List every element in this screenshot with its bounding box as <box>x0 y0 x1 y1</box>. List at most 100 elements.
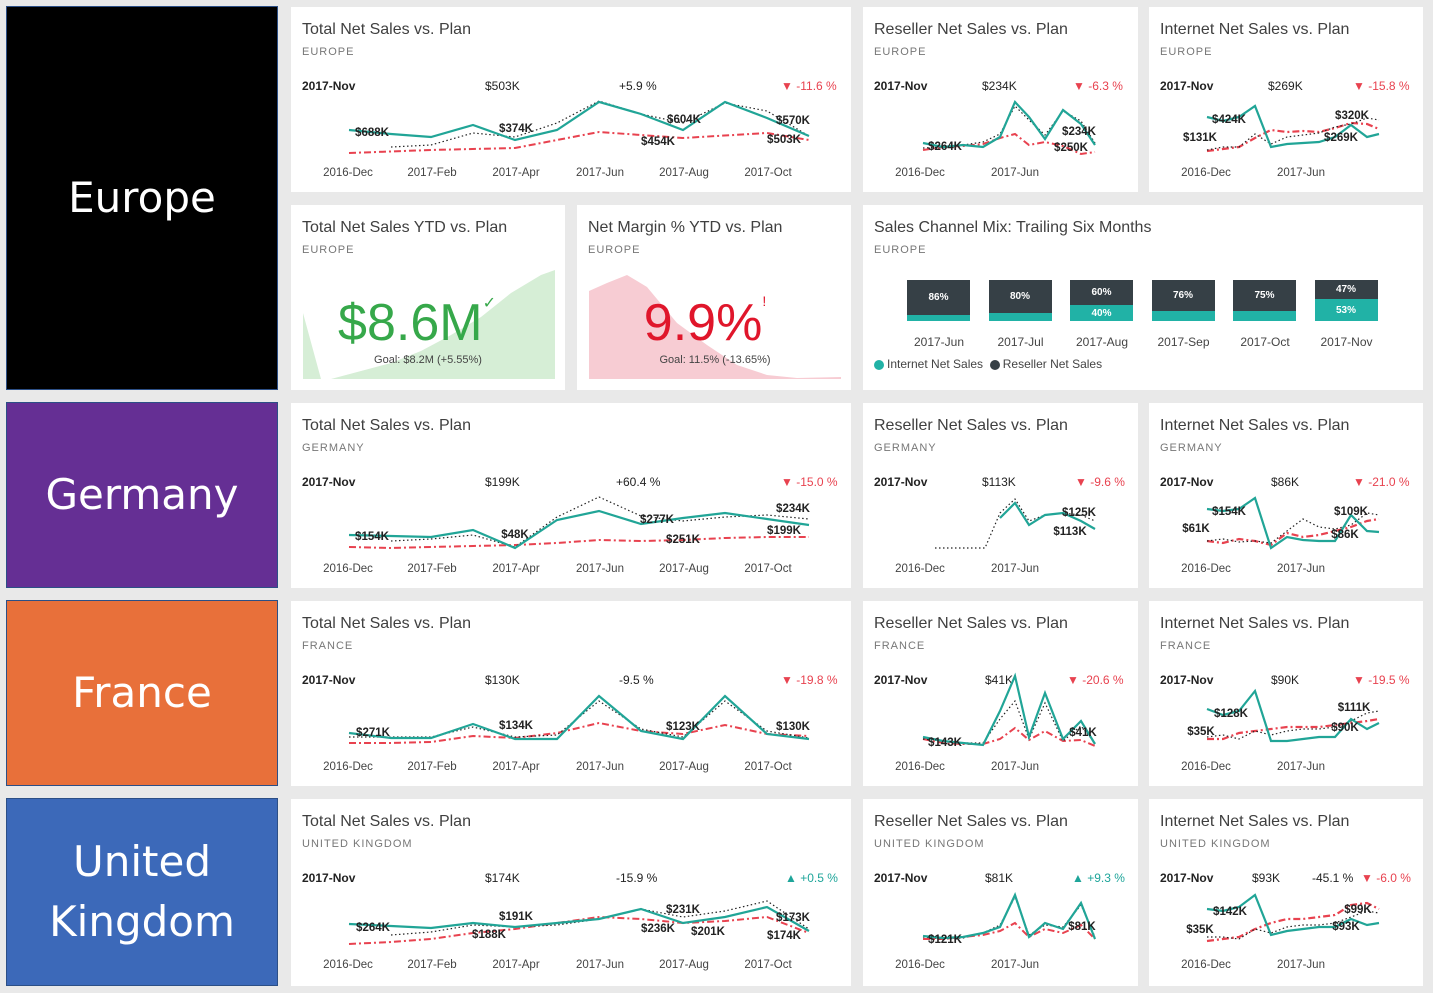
point-label: $86K <box>1331 529 1359 541</box>
germany-internet-card[interactable]: Internet Net Sales vs. Plan GERMANY 2017… <box>1149 403 1423 588</box>
axis-label: 2017-Jun <box>1277 761 1325 773</box>
axis-label: 2016-Dec <box>895 563 945 575</box>
alert-icon: ! <box>762 293 767 309</box>
point-label: $41K <box>1069 727 1097 739</box>
point-label: $35K <box>1187 726 1215 738</box>
france-internet-card[interactable]: Internet Net Sales vs. Plan FRANCE 2017-… <box>1149 601 1423 786</box>
axis-label: 2017-Apr <box>492 563 540 575</box>
point-label: $264K <box>928 141 962 153</box>
region-label-line2: Kingdom <box>49 897 235 946</box>
axis-label: 2017-Jun <box>991 563 1039 575</box>
mix-bar[interactable]: 80% <box>988 280 1052 321</box>
point-label: $142K <box>1213 906 1247 918</box>
germany-reseller-card[interactable]: Reseller Net Sales vs. Plan GERMANY 2017… <box>863 403 1138 588</box>
mix-month-label: 2017-Oct <box>1240 335 1290 349</box>
region-tile-germany[interactable]: Germany <box>6 402 278 588</box>
axis-label: 2017-Oct <box>744 959 792 971</box>
point-label: $604K <box>667 114 701 126</box>
mix-bar-reseller-segment: 47% <box>1314 280 1378 299</box>
point-label: $688K <box>355 127 389 139</box>
point-label: $93K <box>1332 921 1360 933</box>
legend-dot-internet-icon <box>874 359 884 370</box>
region-tile-europe[interactable]: Europe <box>6 6 278 390</box>
actual-line <box>348 509 810 550</box>
check-icon: ✓ <box>482 295 496 312</box>
legend-dot-reseller-icon <box>989 359 1000 370</box>
sparkline <box>348 694 810 744</box>
point-label: $154K <box>1212 506 1246 518</box>
mix-bar-reseller-segment: 60% <box>1070 280 1133 305</box>
mix-bar[interactable]: 75% <box>1233 280 1296 321</box>
mix-bar[interactable]: 76% <box>1151 280 1215 321</box>
sparkline <box>1206 104 1380 153</box>
point-label: $191K <box>499 911 533 923</box>
actual-line <box>348 694 810 741</box>
axis-label: 2017-Aug <box>659 761 709 773</box>
point-label: $134K <box>499 720 533 732</box>
plan-line <box>348 536 809 550</box>
point-label: $251K <box>666 534 700 546</box>
axis-label: 2016-Dec <box>1181 167 1231 179</box>
point-label: $320K <box>1335 110 1369 122</box>
axis-label: 2017-Jun <box>991 959 1039 971</box>
region-tile-uk[interactable]: United Kingdom <box>6 798 278 986</box>
axis-label: 2017-Feb <box>407 563 457 575</box>
uk-reseller-card[interactable]: Reseller Net Sales vs. Plan UNITED KINGD… <box>863 799 1138 986</box>
legend-internet: Internet Net Sales <box>887 357 984 371</box>
europe-total-sales-card[interactable]: Total Net Sales vs. Plan EUROPE 2017-Nov… <box>291 7 851 192</box>
point-label: $264K <box>356 922 390 934</box>
axis-label: 2016-Dec <box>323 167 373 179</box>
point-label: $503K <box>767 134 801 146</box>
point-label: $454K <box>641 136 675 148</box>
point-label: $269K <box>1324 132 1358 144</box>
point-label: $121K <box>928 934 962 946</box>
point-label: $173K <box>776 912 810 924</box>
sparkline <box>348 900 810 945</box>
france-total-sales-card[interactable]: Total Net Sales vs. Plan FRANCE 2017-Nov… <box>291 601 851 786</box>
germany-total-sales-card[interactable]: Total Net Sales vs. Plan GERMANY 2017-No… <box>291 403 851 588</box>
sparkline <box>348 100 810 154</box>
sparkline <box>1206 496 1380 550</box>
axis-label: 2017-Aug <box>659 167 709 179</box>
sparkline <box>922 672 1096 747</box>
europe-channel-mix-card[interactable]: Sales Channel Mix: Trailing Six Months E… <box>863 205 1423 390</box>
mix-bar-internet-segment <box>1233 311 1296 321</box>
point-label: $424K <box>1212 114 1246 126</box>
europe-ytd-card[interactable]: Total Net Sales YTD vs. Plan EUROPE $8.6… <box>291 205 565 390</box>
europe-margin-card[interactable]: Net Margin % YTD vs. Plan EUROPE 9.9%! G… <box>577 205 851 390</box>
prior-year-line <box>349 700 810 739</box>
uk-total-sales-card[interactable]: Total Net Sales vs. Plan UNITED KINGDOM … <box>291 799 851 986</box>
region-label: Europe <box>68 173 216 222</box>
point-label: $154K <box>355 531 389 543</box>
region-tile-france[interactable]: France <box>6 600 278 786</box>
mix-bar-reseller-segment: 80% <box>988 280 1052 313</box>
mix-bar-internet-segment: 53% <box>1314 299 1378 321</box>
sparkline <box>1206 893 1380 943</box>
point-label: $90K <box>1331 722 1359 734</box>
ytd-goal: Goal: $8.2M (+5.55%) <box>374 354 482 366</box>
europe-reseller-card[interactable]: Reseller Net Sales vs. Plan EUROPE 2017-… <box>863 7 1138 192</box>
point-label: $109K <box>1334 506 1368 518</box>
legend-reseller: Reseller Net Sales <box>1002 357 1103 371</box>
region-label-line1: United <box>73 837 211 886</box>
axis-label: 2016-Dec <box>895 761 945 773</box>
europe-internet-card[interactable]: Internet Net Sales vs. Plan EUROPE 2017-… <box>1149 7 1423 192</box>
mix-bar[interactable]: 47% 53% <box>1314 280 1378 321</box>
point-label: $201K <box>691 926 725 938</box>
mix-month-label: 2017-Sep <box>1157 335 1210 349</box>
margin-goal: Goal: 11.5% (-13.65%) <box>659 354 771 366</box>
axis-label: 2016-Dec <box>1181 761 1231 773</box>
prior-year-line <box>390 100 810 148</box>
mix-bar[interactable]: 60% 40% <box>1070 280 1133 321</box>
point-label: $143K <box>928 737 962 749</box>
mix-bar[interactable]: 86% <box>907 280 970 321</box>
axis-label: 2017-Oct <box>744 761 792 773</box>
sparkline <box>348 496 810 550</box>
uk-internet-card[interactable]: Internet Net Sales vs. Plan UNITED KINGD… <box>1149 799 1423 986</box>
axis-label: 2017-Jun <box>576 563 624 575</box>
point-label: $128K <box>1214 708 1248 720</box>
axis-label: 2017-Aug <box>659 959 709 971</box>
axis-label: 2017-Feb <box>407 761 457 773</box>
france-reseller-card[interactable]: Reseller Net Sales vs. Plan FRANCE 2017-… <box>863 601 1138 786</box>
margin-value: 9.9%! <box>644 293 766 353</box>
